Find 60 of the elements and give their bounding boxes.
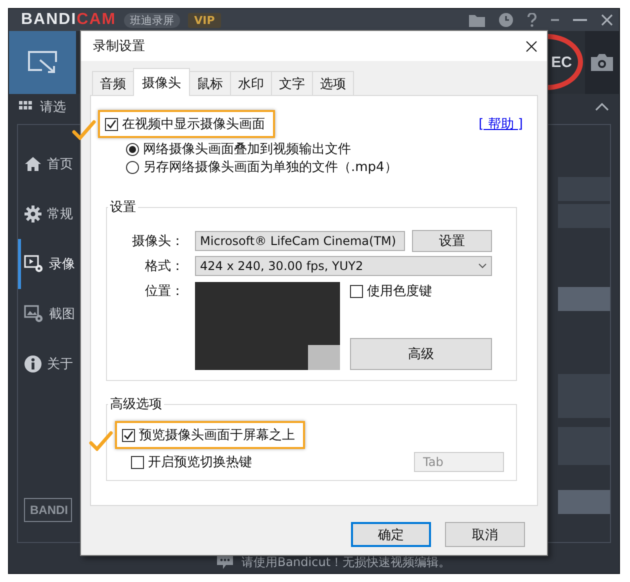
radio-button[interactable]: [126, 142, 139, 156]
section-title: 请选: [40, 99, 66, 116]
camera-icon: [591, 54, 613, 71]
close-icon[interactable]: [526, 40, 537, 52]
video-settings-icon: [24, 255, 44, 273]
checkbox[interactable]: [350, 284, 363, 298]
checkbox[interactable]: [105, 118, 118, 130]
folder-icon[interactable]: [469, 14, 485, 26]
checkbox[interactable]: [122, 428, 135, 442]
field-label: 位置：: [144, 283, 185, 300]
screen-area-icon: [28, 50, 58, 74]
dialog-button[interactable]: 确定: [351, 522, 431, 547]
tab[interactable]: 音频: [92, 71, 134, 95]
image-settings-icon: [24, 305, 44, 323]
help-link[interactable]: [ 帮助 ]: [478, 115, 523, 133]
checkbox-label: 开启预览切换热键: [148, 454, 252, 471]
panel-row: [558, 490, 610, 514]
vip-badge: VIP: [188, 12, 221, 28]
tab[interactable]: 摄像头: [133, 68, 190, 96]
checkbox-label: 使用色度键: [367, 283, 432, 300]
status-message: 请使用Bandicut！无损快速视频编辑。: [241, 554, 451, 570]
camera-dropdown[interactable]: Microsoft® LifeCam Cinema(TM): [195, 231, 405, 251]
product-badge: 班迪录屏: [124, 12, 180, 28]
sidebar-item[interactable]: 截图: [18, 289, 78, 339]
caret-icon: [478, 263, 487, 269]
group-label: 高级选项: [109, 396, 163, 413]
help-icon[interactable]: [527, 13, 537, 27]
gear-icon: [24, 205, 42, 223]
radio-label: 网络摄像头画面叠加到视频输出文件: [143, 141, 351, 158]
clock-icon[interactable]: [499, 13, 513, 27]
group-label: 设置: [109, 199, 137, 216]
info-icon: [24, 355, 42, 373]
footer-logo[interactable]: BANDI: [24, 498, 72, 522]
app-logo: BANDICAM: [21, 11, 116, 29]
checkmark-icon: [89, 431, 113, 451]
checkbox-label: 预览摄像头画面于屏幕之上: [139, 427, 295, 444]
collapse-icon[interactable]: [595, 103, 609, 111]
screenshot-button[interactable]: [585, 31, 619, 94]
field-label: 格式：: [144, 258, 185, 275]
chat-icon: [217, 555, 234, 569]
field-label: 摄像头：: [131, 233, 185, 250]
home-icon: [24, 156, 42, 172]
checkbox-label: 在视频中显示摄像头画面: [122, 116, 265, 133]
sidebar-item[interactable]: 常规: [18, 189, 78, 239]
format-dropdown[interactable]: 424 x 240, 30.00 fps, YUY2: [195, 256, 492, 276]
sidebar-item[interactable]: 关于: [18, 339, 78, 389]
advanced-button[interactable]: 高级: [350, 338, 492, 370]
dialog-title: 录制设置: [93, 38, 145, 55]
dialog-button[interactable]: 取消: [445, 522, 525, 547]
checkmark-icon: [72, 120, 96, 140]
radio-button[interactable]: [126, 160, 139, 174]
radio-label: 另存网络摄像头画面为单独的文件（.mp4）: [143, 159, 398, 176]
minimize-icon[interactable]: [573, 18, 587, 22]
tab[interactable]: 选项: [312, 71, 354, 95]
dash-icon[interactable]: [551, 18, 559, 22]
camera-settings-button[interactable]: 设置: [412, 230, 492, 252]
panel-row: [558, 287, 610, 311]
capture-mode-button[interactable]: [9, 31, 76, 94]
sidebar-item[interactable]: 首页: [18, 139, 78, 189]
position-marker[interactable]: [308, 345, 340, 370]
